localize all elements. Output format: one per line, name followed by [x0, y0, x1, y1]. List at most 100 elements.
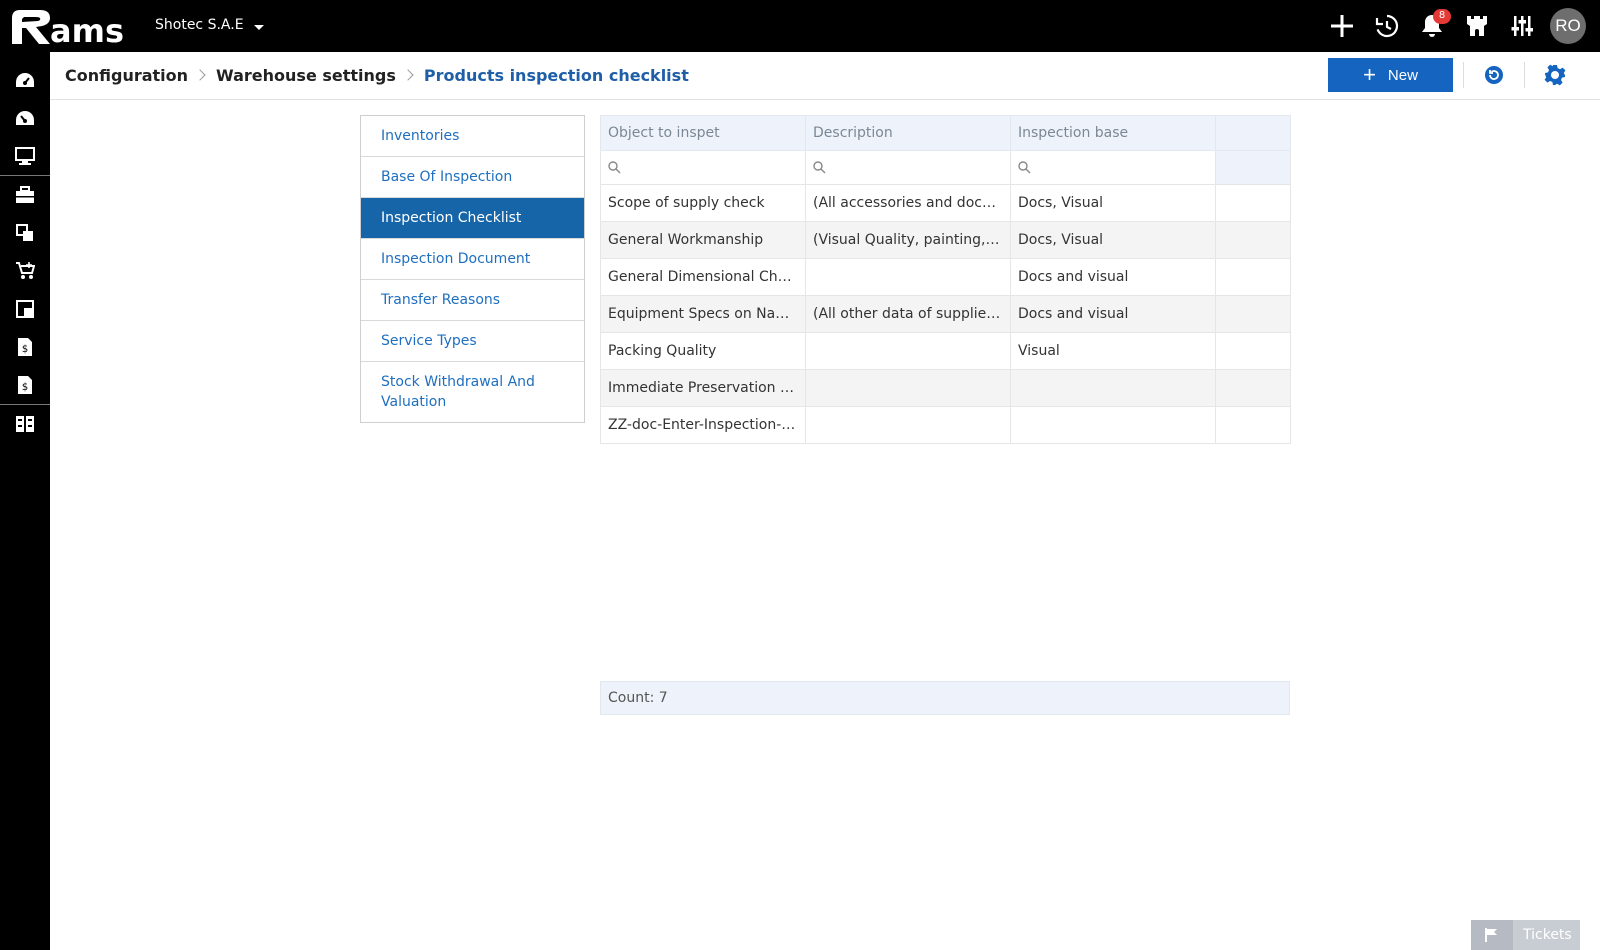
settings-menu: Inventories Base Of Inspection Inspectio… [360, 115, 585, 423]
table-cell: Docs and visual [1010, 295, 1216, 333]
new-button-label: New [1387, 66, 1418, 84]
tickets-label: Tickets [1523, 927, 1572, 943]
inspection-checklist-grid: Object to inspet Description Inspection … [600, 115, 1291, 444]
table-cell [1215, 369, 1291, 407]
chevron-right-icon [402, 69, 414, 81]
tickets-button[interactable]: Tickets [1471, 920, 1580, 950]
table-row[interactable]: Scope of supply check (All accessories an… [600, 184, 1291, 222]
company-selector[interactable]: Shotec S.A.E [155, 17, 264, 33]
table-row[interactable]: General Workmanship (Visual Quality, pain… [600, 221, 1291, 259]
column-header-description[interactable]: Description [805, 115, 1011, 151]
filter-description-input[interactable] [805, 150, 1011, 185]
table-row[interactable]: Packing Quality Visual [600, 332, 1291, 370]
table-cell [1215, 332, 1291, 370]
divider [1463, 62, 1464, 88]
settings-gear-icon[interactable] [1543, 63, 1567, 87]
table-cell: Equipment Specs on Nam... [600, 295, 806, 333]
filter-inspection-base-input[interactable] [1010, 150, 1216, 185]
company-name: Shotec S.A.E [155, 17, 244, 33]
invoice-icon[interactable]: $ [0, 328, 50, 366]
search-icon [813, 161, 826, 174]
new-button[interactable]: + New [1328, 58, 1453, 92]
table-cell: Scope of supply check [600, 184, 806, 222]
column-header-actions [1215, 115, 1291, 151]
table-cell: Docs, Visual [1010, 184, 1216, 222]
menu-item-inspection-document[interactable]: Inspection Document [361, 239, 584, 280]
sliders-icon[interactable] [1499, 0, 1544, 52]
dashboard-icon[interactable] [0, 61, 50, 99]
briefcase-icon[interactable] [0, 176, 50, 214]
page-title: Products inspection checklist [423, 65, 689, 85]
chevron-right-icon [194, 69, 206, 81]
svg-text:ams: ams [50, 12, 124, 46]
table-cell [1215, 258, 1291, 296]
reports-icon[interactable] [0, 405, 50, 443]
refresh-icon[interactable] [1482, 63, 1506, 87]
user-avatar[interactable]: RO [1550, 8, 1586, 44]
plus-icon: + [1363, 62, 1376, 87]
chevron-down-icon [253, 24, 264, 30]
grid-count: Count: 7 [600, 681, 1290, 715]
table-cell: (Visual Quality, painting, fr... [805, 221, 1011, 259]
billing-icon[interactable]: $ [0, 366, 50, 404]
menu-item-service-types[interactable]: Service Types [361, 321, 584, 362]
notification-badge: 8 [1433, 9, 1451, 24]
castle-icon[interactable] [1454, 0, 1499, 52]
cart-icon[interactable] [0, 252, 50, 290]
table-cell [1215, 295, 1291, 333]
table-cell: Docs, Visual [1010, 221, 1216, 259]
column-header-object[interactable]: Object to inspet [600, 115, 806, 151]
table-cell: (All accessories and docu... [805, 184, 1011, 222]
table-cell: (All other data of supplier ... [805, 295, 1011, 333]
menu-item-inventories[interactable]: Inventories [361, 116, 584, 157]
table-cell: General Workmanship [600, 221, 806, 259]
menu-item-stock-withdrawal-and-valuation[interactable]: Stock Withdrawal And Valuation [361, 362, 584, 422]
boxes-icon[interactable] [0, 214, 50, 252]
menu-item-inspection-checklist[interactable]: Inspection Checklist [361, 198, 584, 239]
history-icon[interactable] [1364, 0, 1409, 52]
svg-text:$: $ [22, 344, 28, 355]
table-cell [805, 332, 1011, 370]
table-cell: Visual [1010, 332, 1216, 370]
table-cell [1215, 406, 1291, 444]
breadcrumb-warehouse-settings[interactable]: Warehouse settings [216, 66, 396, 85]
table-cell [1010, 369, 1216, 407]
table-cell [1215, 184, 1291, 222]
table-cell: Immediate Preservation A... [600, 369, 806, 407]
table-row[interactable]: ZZ-doc-Enter-Inspection-c... [600, 406, 1291, 444]
breadcrumb-configuration[interactable]: Configuration [65, 66, 188, 85]
table-cell [805, 369, 1011, 407]
table-cell [1010, 406, 1216, 444]
gauge-icon[interactable] [0, 99, 50, 137]
inventory-icon[interactable] [0, 290, 50, 328]
search-icon [608, 161, 621, 174]
column-header-inspection-base[interactable]: Inspection base [1010, 115, 1216, 151]
table-cell: Packing Quality [600, 332, 806, 370]
table-cell [805, 258, 1011, 296]
search-icon [1018, 161, 1031, 174]
top-bar: ams Shotec S.A.E 8 RO [0, 0, 1600, 52]
table-cell [805, 406, 1011, 444]
filter-row [600, 150, 1291, 185]
flag-icon [1471, 920, 1513, 950]
rams-logo[interactable]: ams [10, 6, 132, 50]
svg-text:$: $ [22, 382, 28, 393]
breadcrumb: Configuration Warehouse settings Product… [65, 52, 689, 98]
left-nav-sidebar: $ $ [0, 52, 50, 950]
page-header: Configuration Warehouse settings Product… [50, 52, 1600, 100]
table-cell: Docs and visual [1010, 258, 1216, 296]
menu-item-base-of-inspection[interactable]: Base Of Inspection [361, 157, 584, 198]
table-cell [1215, 221, 1291, 259]
table-row[interactable]: Equipment Specs on Nam... (All other data… [600, 295, 1291, 333]
table-cell: General Dimensional Check [600, 258, 806, 296]
table-row[interactable]: General Dimensional Check Docs and visual [600, 258, 1291, 296]
notifications-bell-icon[interactable]: 8 [1409, 0, 1454, 52]
divider [1524, 62, 1525, 88]
table-cell: ZZ-doc-Enter-Inspection-c... [600, 406, 806, 444]
monitor-icon[interactable] [0, 137, 50, 175]
add-icon[interactable] [1319, 0, 1364, 52]
menu-item-transfer-reasons[interactable]: Transfer Reasons [361, 280, 584, 321]
table-row[interactable]: Immediate Preservation A... [600, 369, 1291, 407]
filter-object-input[interactable] [600, 150, 806, 185]
filter-blank-cell [1215, 150, 1291, 185]
